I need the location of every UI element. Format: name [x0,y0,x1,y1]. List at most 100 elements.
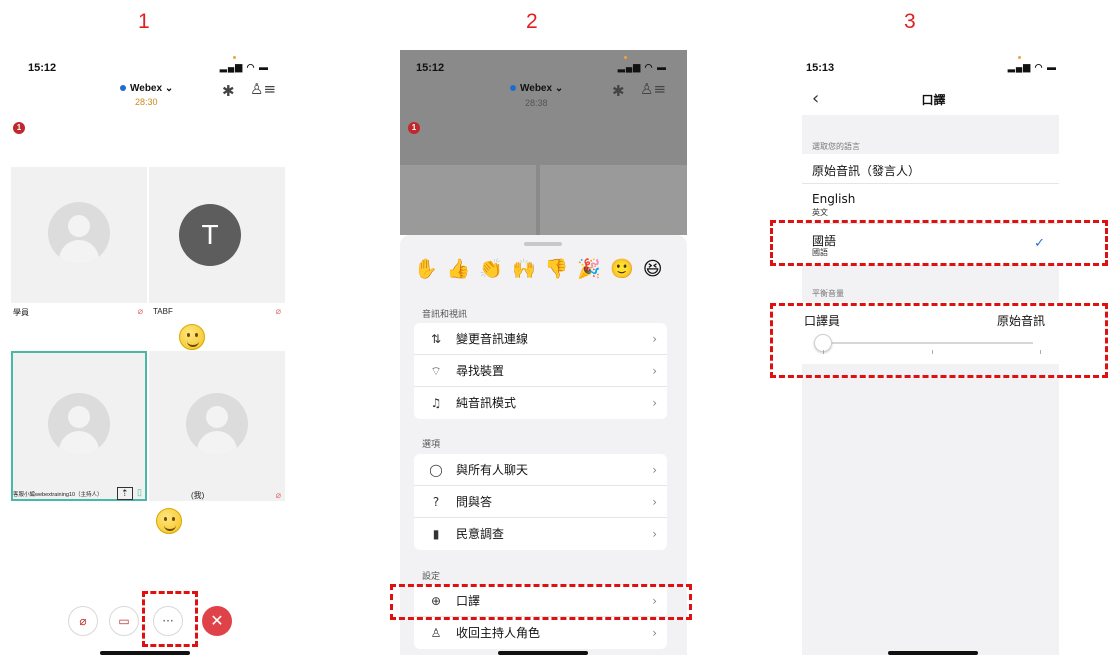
tile-caption: TABF ⌀ [149,305,285,319]
chevron-right-icon: › [652,495,657,509]
status-time: 15:12 [416,62,445,74]
mic-muted-icon: ⌀ [275,306,281,316]
party-popper-icon[interactable]: 🎉 [577,258,601,280]
video-tile[interactable]: (我) ⌀ [149,351,285,501]
wifi-icon: ⌔ [430,364,442,378]
meeting-title[interactable]: Webex ⌄ [120,83,173,94]
status-icons: ▂▄▆ ◠ ▬ [219,62,269,72]
menu-item-label: 與所有人聊天 [456,463,529,477]
chat-icon: ◯ [429,463,443,477]
raise-hand-icon[interactable]: ✋ [414,258,438,280]
poll-icon: ▮ [432,527,440,541]
home-indicator [888,651,978,655]
smile-icon[interactable]: 🙂 [610,258,634,280]
mic-muted-icon: ⌀ [275,490,281,500]
language-option-english[interactable]: English 英文 [802,184,1059,224]
thumbs-down-icon[interactable]: 👎 [545,258,569,280]
video-tile-active-speaker[interactable]: 客服小編webextraining10（主持人） ⇡ ▯ [11,351,147,501]
menu-group-options: ◯ 與所有人聊天 › ? 問與答 › ▮ 民意調查 › [414,454,667,550]
status-bar: 15:12 ▂▄▆ ◠ ▬ [416,60,667,76]
chevron-right-icon: › [652,396,657,410]
chevron-right-icon: › [652,626,657,640]
tile-caption: (我) ⌀ [149,489,285,503]
video-off-button[interactable]: ▭ [109,606,139,636]
section-label-options: 選項 [422,440,441,450]
bluetooth-icon: ✱ [612,82,625,100]
webex-logo-icon [120,85,126,91]
laugh-icon[interactable]: 😆 [643,258,663,280]
participants-icon[interactable]: ♙≡ [250,80,276,98]
highlight-language-selection [770,220,1108,266]
notification-badge[interactable]: 1 [13,122,25,134]
camera-off-icon: ▭ [118,614,130,628]
tile-caption: 學員 ⌀ [11,305,147,319]
menu-item-label: 民意調查 [456,527,505,541]
participant-name: 客服小編webextraining10（主持人） [13,492,103,498]
tile-caption: 客服小編webextraining10（主持人） ⇡ ▯ [13,487,145,501]
chevron-right-icon: › [652,364,657,378]
mic-muted-icon: ⌀ [79,614,87,628]
clap-icon[interactable]: 👏 [479,258,503,280]
participants-icon: ♙≡ [640,80,667,98]
menu-item-label: 收回主持人角色 [456,626,541,640]
menu-item-label: 變更音訊連線 [456,332,529,346]
avatar: T [179,204,241,266]
thumbs-up-icon[interactable]: 👍 [447,258,471,280]
home-indicator [100,651,190,655]
smile-reaction-icon [179,324,205,350]
balance-volume-label: 平衡音量 [812,289,844,298]
video-tile[interactable]: 學員 ⌀ [11,167,147,317]
meeting-title: Webex ⌄ [510,83,563,94]
menu-item-audio-only[interactable]: ♫ 純音訊模式 › [414,387,667,419]
menu-item-reclaim-host[interactable]: ♙ 收回主持人角色 › [414,617,667,649]
status-icons: ▂▄▆ ◠ ▬ [1007,62,1057,72]
notification-badge: 1 [408,122,420,134]
phone-screen-meeting: 15:12 ▂▄▆ ◠ ▬ Webex ⌄ 28:30 ✱ ♙≡ 1 學員 ⌀ … [2,50,289,655]
page-title: 口譯 [921,93,946,107]
menu-item-label: 問與答 [456,495,493,509]
video-tile[interactable]: T TABF ⌀ [149,167,285,316]
status-icons: ▂▄▆ ◠ ▬ [617,62,667,72]
mic-on-icon: ▯ [137,487,142,497]
end-call-button[interactable]: ✕ [202,606,232,636]
meeting-header: Webex ⌄ 28:30 ✱ ♙≡ [2,80,289,114]
screen-share-icon: ⇡ [117,487,133,500]
menu-item-change-audio[interactable]: ⇅ 變更音訊連線 › [414,323,667,355]
reactions-bar: ✋ 👍 👏 🙌 👎 🎉 🙂 😆 [414,257,687,285]
highlight-interpretation-item [390,584,692,620]
menu-item-chat[interactable]: ◯ 與所有人聊天 › [414,454,667,486]
participant-name: 學員 [13,308,29,317]
highlight-more-button [142,591,198,647]
avatar [48,393,110,455]
status-time: 15:13 [806,62,835,74]
section-label-audio-video: 音訊和視訊 [422,310,468,320]
home-indicator [498,651,588,655]
language-subname: 英文 [812,208,828,217]
privacy-indicator [624,56,627,59]
app-name: Webex [520,83,553,94]
mic-muted-icon: ⌀ [137,306,143,316]
menu-item-qa[interactable]: ? 問與答 › [414,486,667,518]
menu-item-poll[interactable]: ▮ 民意調查 › [414,518,667,550]
mute-button[interactable]: ⌀ [68,606,98,636]
host-role-icon: ♙ [430,626,442,640]
chevron-right-icon: › [652,332,657,346]
language-option-original[interactable]: 原始音訊（發言人） [802,154,1059,184]
menu-item-find-device[interactable]: ⌔ 尋找裝置 › [414,355,667,387]
step-number-2: 2 [526,10,538,33]
language-name: English [812,192,856,206]
chevron-right-icon: › [652,463,657,477]
celebrate-hands-icon[interactable]: 🙌 [512,258,536,280]
bluetooth-icon[interactable]: ✱ [222,82,235,100]
sheet-grabber[interactable] [524,242,562,246]
section-label-settings: 設定 [422,572,441,582]
participant-name: (我) [191,491,205,500]
qa-icon: ? [432,495,440,509]
menu-group-audio-video: ⇅ 變更音訊連線 › ⌔ 尋找裝置 › ♫ 純音訊模式 › [414,323,667,419]
status-bar: 15:12 ▂▄▆ ◠ ▬ [28,60,269,76]
menu-item-label: 純音訊模式 [456,396,517,410]
chevron-right-icon: › [652,527,657,541]
status-time: 15:12 [28,62,57,74]
phone-screen-more-menu: 15:12 ▂▄▆ ◠ ▬ Webex ⌄ 28:38 ✱ ♙≡ 1 ✋ 👍 👏 🙌 👎… [400,50,687,655]
webex-logo-icon [510,85,516,91]
